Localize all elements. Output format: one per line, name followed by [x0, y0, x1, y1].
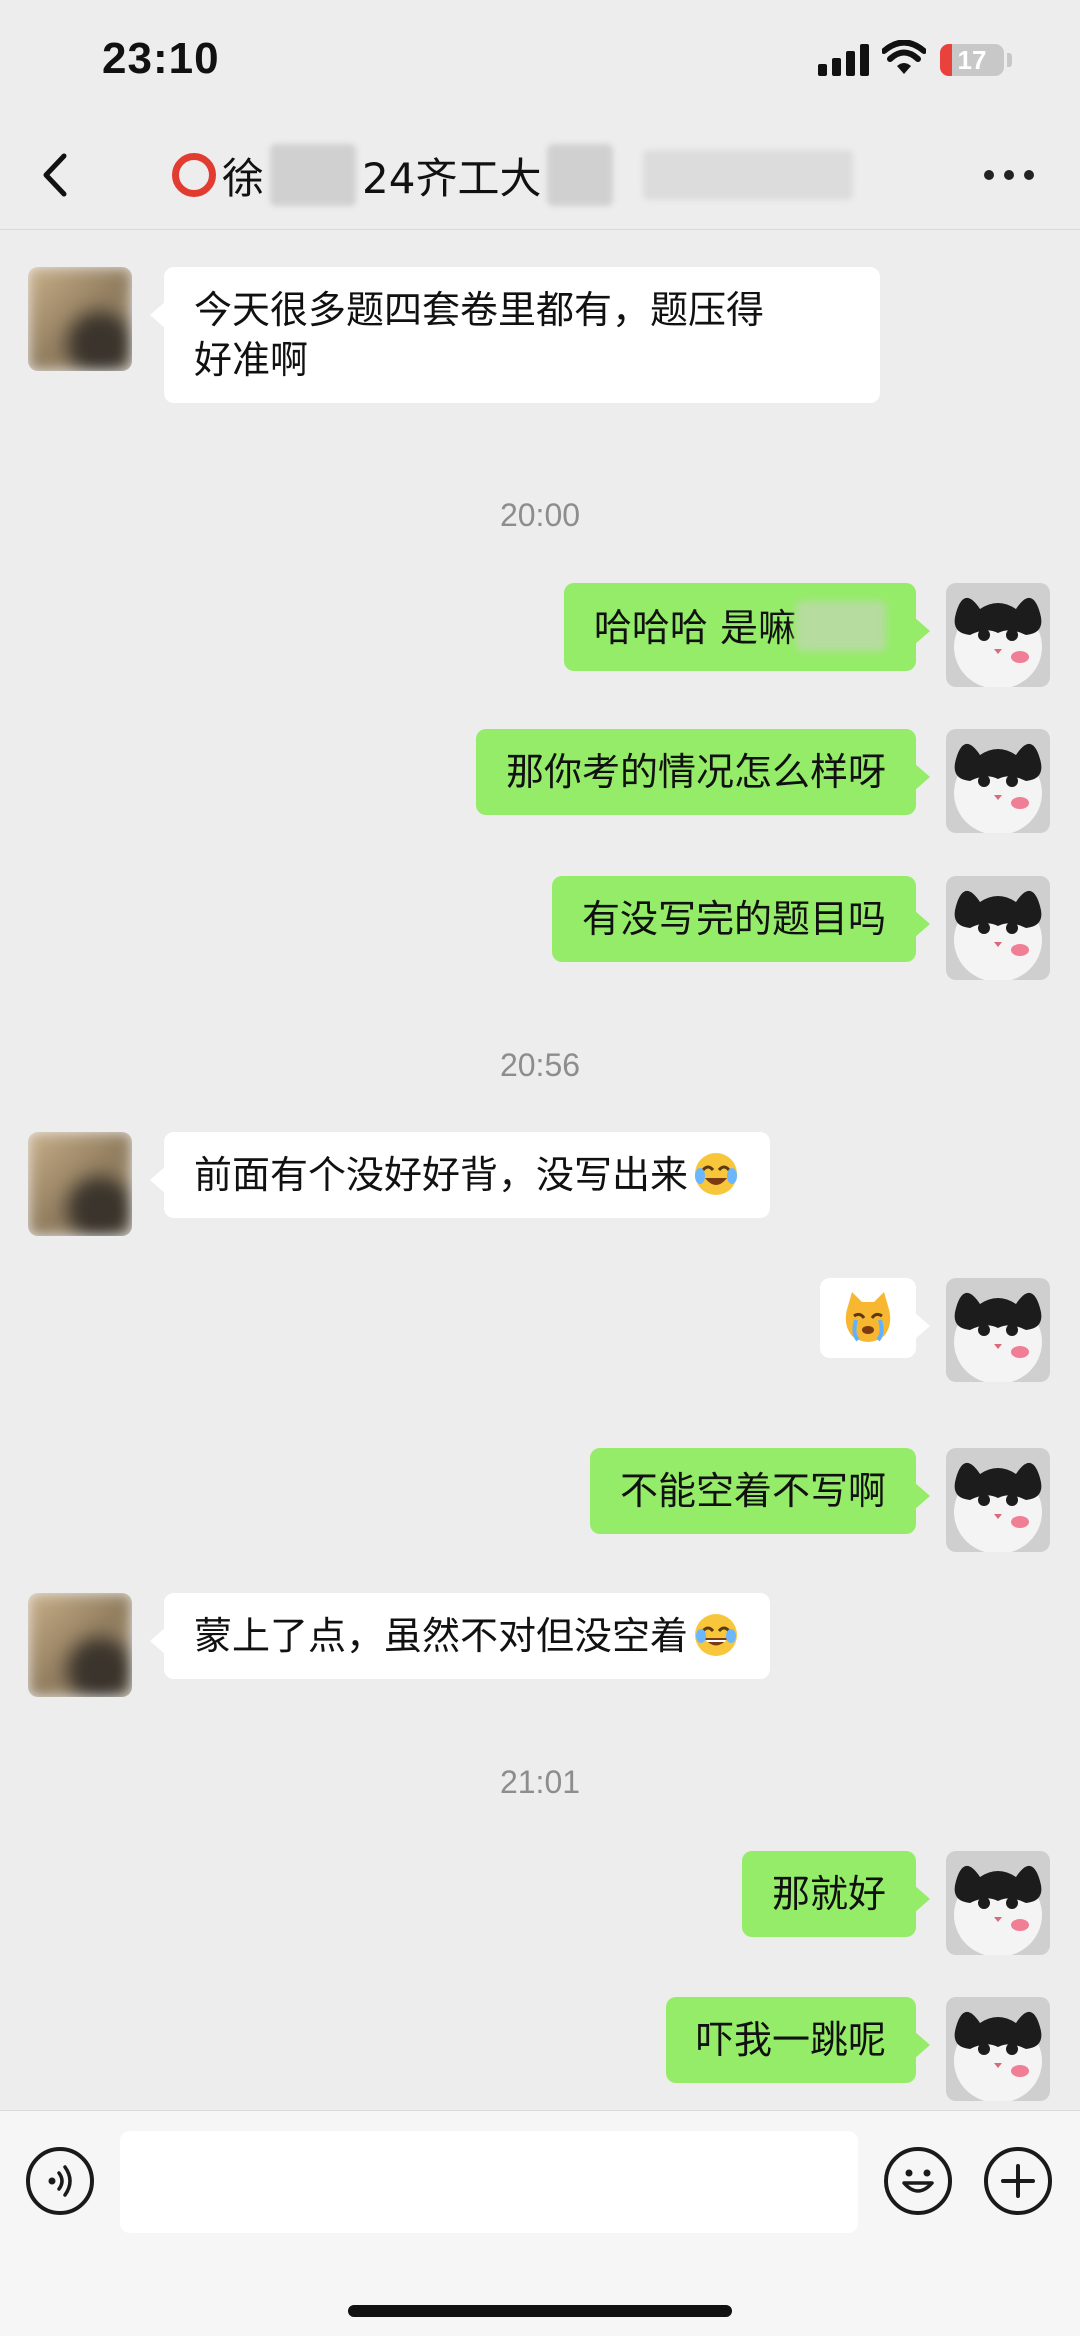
plus-button[interactable] [984, 2147, 1052, 2215]
tears-of-joy-emoji [695, 1614, 738, 1656]
message-bubble-received[interactable]: 今天很多题四套卷里都有，题压得 好准啊 [150, 267, 880, 403]
input-bar [0, 2110, 1080, 2336]
voice-button[interactable] [26, 2147, 94, 2215]
cat-avatar-icon [946, 1448, 1050, 1552]
battery-icon: 17 [940, 44, 1004, 76]
cat-avatar-icon [946, 1278, 1050, 1382]
sticker-bubble-sent[interactable] [820, 1278, 930, 1358]
timestamp: 20:00 [499, 497, 581, 533]
message-bubble-sent[interactable]: 吓我一跳呢 [665, 1997, 931, 2083]
redacted-subtitle-blur [643, 150, 854, 200]
chat-title-part1: 徐 [222, 153, 265, 203]
cat-avatar-icon [946, 1997, 1050, 2101]
message-bubble-sent[interactable]: 哈哈哈 是嘛 [563, 583, 931, 671]
message-text: 前面有个没好好背，没写出来 [194, 1153, 689, 1197]
laughing-crying-emoji [695, 1153, 738, 1195]
status-time: 23:10 [102, 34, 220, 83]
my-avatar[interactable] [946, 583, 1050, 687]
my-avatar[interactable] [946, 729, 1050, 833]
signal-icon [818, 44, 870, 76]
back-chevron-icon[interactable] [30, 142, 80, 208]
my-avatar[interactable] [946, 876, 1050, 980]
contact-avatar[interactable] [28, 267, 132, 371]
my-avatar[interactable] [946, 1278, 1050, 1382]
crying-cat-sticker [845, 1292, 891, 1342]
message-input[interactable] [120, 2131, 858, 2233]
chat-header: 徐 24齐工大 [0, 120, 1080, 230]
red-circle-icon [172, 153, 216, 197]
plus-icon [1001, 2164, 1035, 2198]
emoji-button[interactable] [884, 2147, 952, 2215]
battery-cap [1007, 53, 1012, 67]
cat-avatar-icon [946, 583, 1050, 687]
chat-title-part2: 24齐工大 [362, 153, 542, 203]
my-avatar[interactable] [946, 1851, 1050, 1955]
timestamp: 21:01 [499, 1764, 581, 1800]
my-avatar[interactable] [946, 1448, 1050, 1552]
emoji-icon [902, 2169, 934, 2193]
my-avatar[interactable] [946, 1997, 1050, 2101]
message-bubble-sent[interactable]: 那你考的情况怎么样呀 [475, 729, 931, 815]
cat-avatar-icon [946, 729, 1050, 833]
message-bubble-received[interactable]: 前面有个没好好背，没写出来 [149, 1132, 771, 1218]
contact-avatar[interactable] [28, 1132, 132, 1236]
message-bubble-received[interactable]: 蒙上了点，虽然不对但没空着 [149, 1593, 771, 1679]
message-text: 哈哈哈 是嘛 [593, 606, 796, 650]
chat-title: 徐 24齐工大 [172, 140, 854, 210]
chat-message-list[interactable]: 今天很多题四套卷里都有，题压得 好准啊 20:00 哈哈哈 是嘛 那你考的情况怎… [0, 231, 1080, 2109]
wifi-icon [882, 40, 926, 74]
status-bar: 23:10 17 [0, 0, 1080, 120]
home-indicator[interactable] [348, 2305, 732, 2317]
more-icon[interactable] [984, 168, 1034, 182]
timestamp: 20:56 [499, 1047, 581, 1083]
message-bubble-sent[interactable]: 有没写完的题目吗 [551, 876, 931, 962]
redacted-title-blur [547, 144, 614, 206]
message-bubble-sent[interactable]: 那就好 [741, 1851, 931, 1937]
redacted-name-blur [270, 144, 357, 206]
contact-avatar[interactable] [28, 1593, 132, 1697]
cat-avatar-icon [946, 1851, 1050, 1955]
voice-icon [48, 2165, 72, 2197]
message-bubble-sent[interactable]: 不能空着不写啊 [589, 1448, 931, 1534]
message-text: 蒙上了点，虽然不对但没空着 [194, 1614, 689, 1658]
battery-level: 17 [957, 45, 987, 75]
redacted-text-blur [796, 601, 886, 651]
cat-avatar-icon [946, 876, 1050, 980]
